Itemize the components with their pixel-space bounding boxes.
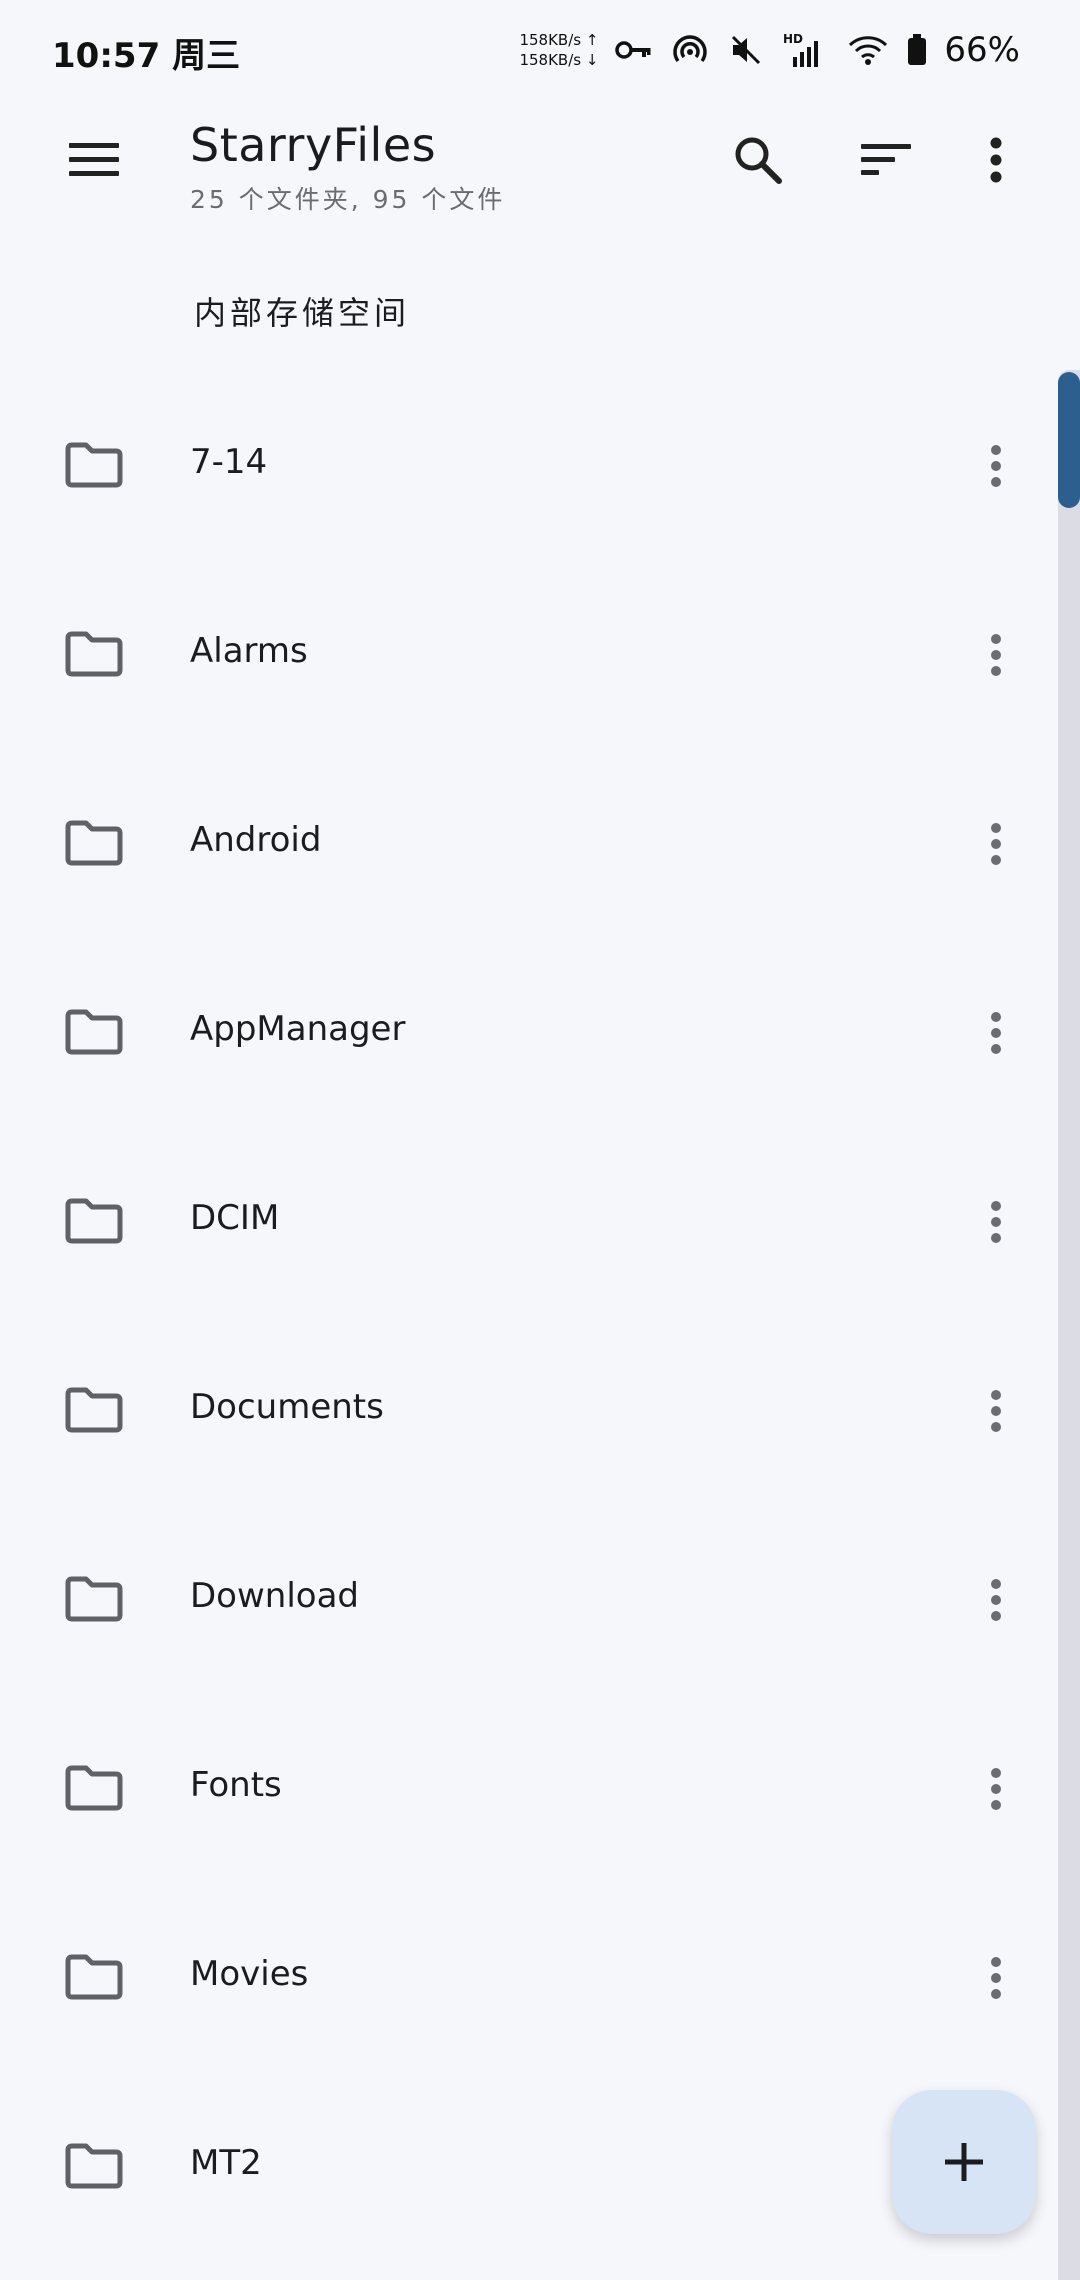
- list-item[interactable]: 7-14: [0, 370, 1060, 559]
- more-options-button[interactable]: [960, 124, 1032, 196]
- folder-icon: [65, 1765, 123, 1811]
- search-button[interactable]: [722, 124, 794, 196]
- more-vert-icon: [991, 1201, 1001, 1243]
- battery-icon: [906, 30, 928, 70]
- menu-button[interactable]: [58, 124, 130, 196]
- more-vert-icon: [991, 1957, 1001, 1999]
- folder-name: DCIM: [190, 1198, 280, 1238]
- hotspot-icon: [670, 30, 710, 70]
- list-item[interactable]: Android: [0, 748, 1060, 937]
- folder-icon: [65, 1954, 123, 2000]
- list-item[interactable]: Movies: [0, 1882, 1060, 2071]
- list-item[interactable]: Documents: [0, 1315, 1060, 1504]
- add-icon: [945, 2143, 983, 2181]
- item-more-button[interactable]: [972, 1946, 1020, 2010]
- list-item[interactable]: Alarms: [0, 559, 1060, 748]
- more-vert-icon: [991, 1579, 1001, 1621]
- folder-list: 7-14 Alarms Android AppManager DCIM Docu…: [0, 370, 1060, 2260]
- top-app-bar: StarryFiles 25 个文件夹, 95 个文件: [0, 100, 1080, 240]
- scrollbar-thumb[interactable]: [1058, 372, 1080, 508]
- folder-icon: [65, 1387, 123, 1433]
- more-vert-icon: [991, 1768, 1001, 1810]
- item-more-button[interactable]: [972, 1190, 1020, 1254]
- more-vert-icon: [991, 1012, 1001, 1054]
- folder-icon: [65, 1576, 123, 1622]
- network-speed: 158KB/s ↑ 158KB/s ↓: [519, 31, 599, 69]
- folder-name: Movies: [190, 1954, 309, 1994]
- folder-icon: [65, 1198, 123, 1244]
- folder-icon: [65, 1009, 123, 1055]
- signal-icon: HD: [782, 30, 830, 70]
- add-button[interactable]: [892, 2090, 1036, 2234]
- list-item[interactable]: DCIM: [0, 1126, 1060, 1315]
- sort-icon: [861, 144, 911, 175]
- folder-name: Fonts: [190, 1765, 282, 1805]
- folder-icon: [65, 442, 123, 488]
- folder-name: Android: [190, 820, 322, 860]
- breadcrumb[interactable]: 内部存储空间: [194, 288, 410, 334]
- more-vert-icon: [991, 634, 1001, 676]
- item-more-button[interactable]: [972, 1757, 1020, 1821]
- more-vert-icon: [991, 445, 1001, 487]
- item-more-button[interactable]: [972, 434, 1020, 498]
- item-more-button[interactable]: [972, 623, 1020, 687]
- scrollbar-track[interactable]: [1058, 370, 1080, 2280]
- mute-icon: [726, 30, 766, 70]
- folder-icon: [65, 820, 123, 866]
- list-item[interactable]: AppManager: [0, 937, 1060, 1126]
- item-more-button[interactable]: [972, 1379, 1020, 1443]
- status-bar: 10:57 周三 158KB/s ↑ 158KB/s ↓ HD 66%: [0, 0, 1080, 100]
- more-vert-icon: [990, 137, 1002, 183]
- menu-icon: [69, 143, 119, 176]
- list-item[interactable]: Fonts: [0, 1693, 1060, 1882]
- item-more-button[interactable]: [972, 1568, 1020, 1632]
- folder-name: 7-14: [190, 442, 268, 482]
- list-item[interactable]: Download: [0, 1504, 1060, 1693]
- folder-name: Documents: [190, 1387, 384, 1427]
- folder-icon: [65, 631, 123, 677]
- more-vert-icon: [991, 1390, 1001, 1432]
- folder-name: AppManager: [190, 1009, 406, 1049]
- battery-percent: 66%: [944, 30, 1020, 70]
- item-more-button[interactable]: [972, 812, 1020, 876]
- status-icons: 158KB/s ↑ 158KB/s ↓ HD 66%: [519, 24, 1020, 76]
- folder-name: MT2: [190, 2143, 262, 2183]
- status-time: 10:57 周三: [52, 36, 241, 76]
- wifi-icon: [846, 30, 890, 70]
- app-title: StarryFiles: [190, 118, 437, 172]
- folder-file-count: 25 个文件夹, 95 个文件: [190, 185, 506, 214]
- folder-icon: [65, 2143, 123, 2189]
- svg-text:HD: HD: [783, 32, 803, 46]
- search-icon: [735, 137, 782, 184]
- folder-name: Alarms: [190, 631, 308, 671]
- folder-name: Download: [190, 1576, 360, 1616]
- vpn-key-icon: [614, 30, 654, 70]
- item-more-button[interactable]: [972, 1001, 1020, 1065]
- sort-button[interactable]: [850, 124, 922, 196]
- more-vert-icon: [991, 823, 1001, 865]
